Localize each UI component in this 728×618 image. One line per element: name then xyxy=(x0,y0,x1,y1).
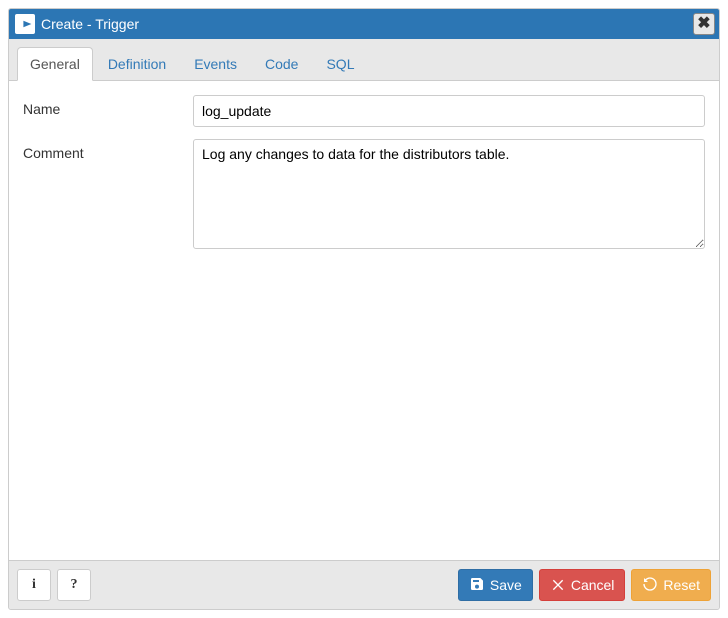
info-icon: i xyxy=(32,577,36,593)
tab-code[interactable]: Code xyxy=(252,47,311,81)
save-button[interactable]: Save xyxy=(458,569,533,601)
help-icon: ? xyxy=(71,577,78,593)
comment-label: Comment xyxy=(23,139,193,252)
close-button[interactable]: ✖ xyxy=(693,13,715,35)
save-icon xyxy=(469,576,485,595)
tab-bar: General Definition Events Code SQL xyxy=(9,39,719,81)
tab-definition[interactable]: Definition xyxy=(95,47,179,81)
cancel-icon xyxy=(550,576,566,595)
save-label: Save xyxy=(490,577,522,593)
reset-label: Reset xyxy=(663,577,700,593)
cancel-label: Cancel xyxy=(571,577,615,593)
tab-content-general: Name Comment xyxy=(9,81,719,560)
help-button[interactable]: ? xyxy=(57,569,91,601)
cancel-button[interactable]: Cancel xyxy=(539,569,626,601)
dialog-footer: i ? Save Cancel Reset xyxy=(9,560,719,609)
name-row: Name xyxy=(23,95,705,127)
tab-general[interactable]: General xyxy=(17,47,93,81)
name-input[interactable] xyxy=(193,95,705,127)
reset-icon xyxy=(642,576,658,595)
dialog-titlebar: Create - Trigger ✖ xyxy=(9,9,719,39)
dialog-title: Create - Trigger xyxy=(41,16,687,32)
comment-row: Comment xyxy=(23,139,705,252)
info-button[interactable]: i xyxy=(17,569,51,601)
name-label: Name xyxy=(23,95,193,127)
trigger-icon xyxy=(15,14,35,34)
create-trigger-dialog: Create - Trigger ✖ General Definition Ev… xyxy=(8,8,720,610)
tab-events[interactable]: Events xyxy=(181,47,250,81)
close-icon: ✖ xyxy=(697,16,710,32)
reset-button[interactable]: Reset xyxy=(631,569,711,601)
comment-input[interactable] xyxy=(193,139,705,249)
tab-sql[interactable]: SQL xyxy=(313,47,367,81)
